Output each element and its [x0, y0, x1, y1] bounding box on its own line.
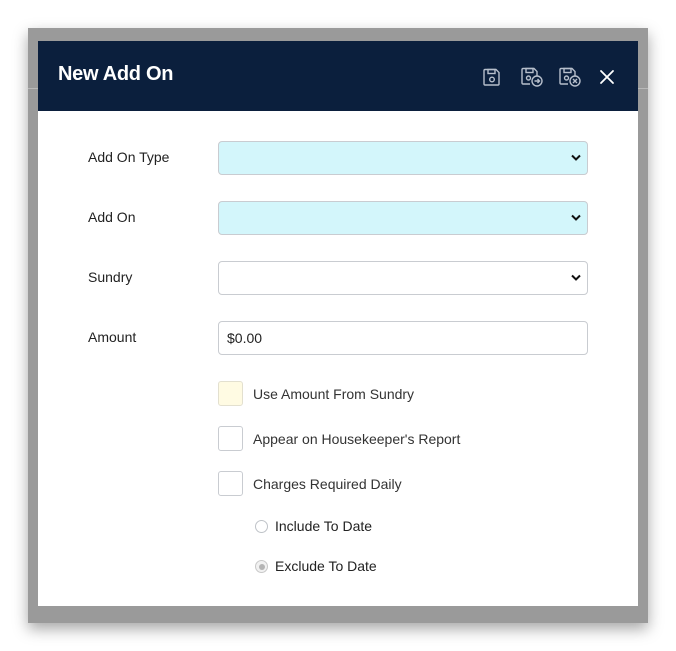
- save-icon: [483, 68, 500, 86]
- appear-on-housekeepers-report-label: Appear on Housekeeper's Report: [253, 431, 461, 447]
- add-on-type-label: Add On Type: [88, 149, 170, 165]
- add-on-label: Add On: [88, 209, 136, 225]
- include-to-date-label: Include To Date: [275, 518, 373, 534]
- exclude-to-date-row: Exclude To Date: [255, 558, 555, 578]
- dialog-header: New Add On: [38, 41, 638, 111]
- charges-required-daily-row: Charges Required Daily: [218, 471, 598, 497]
- amount-row: Amount $0.00: [88, 321, 588, 355]
- amount-value: $0.00: [227, 330, 263, 346]
- sundry-select[interactable]: [218, 261, 588, 295]
- add-on-type-row: Add On Type: [88, 141, 588, 175]
- chevron-down-icon: [571, 214, 581, 221]
- exclude-to-date-radio[interactable]: [255, 560, 268, 573]
- use-amount-from-sundry-label: Use Amount From Sundry: [253, 386, 415, 402]
- use-amount-from-sundry-checkbox[interactable]: [218, 381, 243, 406]
- close-icon: [600, 70, 614, 84]
- appear-on-housekeepers-report-row: Appear on Housekeeper's Report: [218, 426, 598, 452]
- save-and-new-icon: [521, 67, 543, 87]
- save-button[interactable]: [479, 64, 505, 90]
- add-on-row: Add On: [88, 201, 588, 235]
- amount-label: Amount: [88, 329, 137, 345]
- include-to-date-radio[interactable]: [255, 520, 268, 533]
- appear-on-housekeepers-report-checkbox[interactable]: [218, 426, 243, 451]
- add-on-select[interactable]: [218, 201, 588, 235]
- sundry-label: Sundry: [88, 269, 133, 285]
- save-and-close-button[interactable]: [557, 64, 583, 90]
- save-and-close-icon: [559, 67, 581, 87]
- add-on-type-select[interactable]: [218, 141, 588, 175]
- charges-required-daily-checkbox[interactable]: [218, 471, 243, 496]
- exclude-to-date-label: Exclude To Date: [275, 558, 377, 574]
- close-button[interactable]: [594, 64, 620, 90]
- dialog-title: New Add On: [58, 63, 174, 85]
- use-amount-from-sundry-row: Use Amount From Sundry: [218, 381, 598, 407]
- chevron-down-icon: [571, 154, 581, 161]
- chevron-down-icon: [571, 274, 581, 281]
- amount-input[interactable]: $0.00: [218, 321, 588, 355]
- save-and-new-button[interactable]: [519, 64, 545, 90]
- charges-required-daily-label: Charges Required Daily: [253, 476, 402, 492]
- new-add-on-dialog: New Add On Add On Type Add On Sundry Amo…: [38, 41, 638, 606]
- sundry-row: Sundry: [88, 261, 588, 295]
- include-to-date-row: Include To Date: [255, 518, 555, 538]
